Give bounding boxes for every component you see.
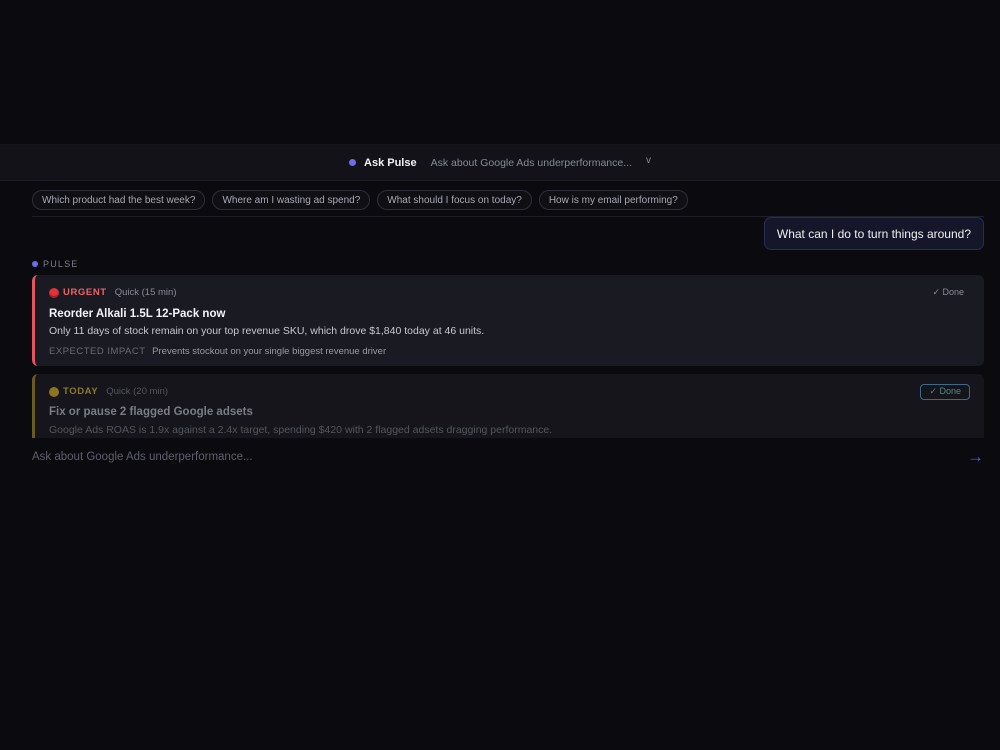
ask-input[interactable]: Ask about Google Ads underperformance... <box>32 451 253 463</box>
red-circle-icon <box>49 287 59 298</box>
suggestion-chip[interactable]: Which product had the best week? <box>32 190 206 210</box>
card-description: Google Ads ROAS is 1.9x against a 2.4x t… <box>49 424 553 436</box>
card-description: Only 11 days of stock remain on your top… <box>49 325 485 337</box>
expected-impact: EXPECTED IMPACT Prevents stockout on you… <box>49 346 970 357</box>
suggestion-chip[interactable]: What should I focus on today? <box>377 190 532 210</box>
arrow-right-icon[interactable]: → <box>967 447 984 467</box>
priority-label: TODAY <box>63 386 99 397</box>
user-message-bubble: What can I do to turn things around? <box>763 217 984 250</box>
assistant-label-text: PULSE <box>43 259 79 269</box>
suggestion-chip[interactable]: How is my email performing? <box>538 190 688 210</box>
suggestion-chip[interactable]: Where am I wasting ad spend? <box>212 190 371 210</box>
chevron-down-icon[interactable]: v <box>646 155 651 166</box>
pulse-dot-icon <box>32 261 38 267</box>
suggestion-chips: Which product had the best week? Where a… <box>32 190 688 210</box>
done-button[interactable]: ✓ Done <box>920 383 970 400</box>
card-title: Reorder Alkali 1.5L 12-Pack now <box>49 308 226 320</box>
done-button[interactable]: ✓ Done <box>932 287 964 298</box>
header-hint: Ask about Google Ads underperformance... <box>430 156 632 169</box>
card-title: Fix or pause 2 flagged Google adsets <box>49 406 253 418</box>
priority-label: URGENT <box>63 287 107 298</box>
action-card-urgent: URGENT Quick (15 min) ✓ Done Reorder Alk… <box>32 275 984 366</box>
status-dot-icon <box>349 159 357 166</box>
yellow-circle-icon <box>49 386 59 397</box>
time-estimate: Quick (15 min) <box>114 287 177 298</box>
time-estimate: Quick (20 min) <box>106 386 168 397</box>
ask-input-row[interactable]: Ask about Google Ads underperformance...… <box>32 446 984 468</box>
action-card-today: TODAY Quick (20 min) ✓ Done Fix or pause… <box>32 374 984 438</box>
assistant-label: PULSE <box>32 259 79 269</box>
header-title: Ask Pulse <box>364 156 417 169</box>
ask-pulse-header[interactable]: Ask Pulse Ask about Google Ads underperf… <box>0 144 1000 181</box>
impact-label: EXPECTED IMPACT <box>49 346 146 357</box>
impact-value: Prevents stockout on your single biggest… <box>152 346 387 357</box>
